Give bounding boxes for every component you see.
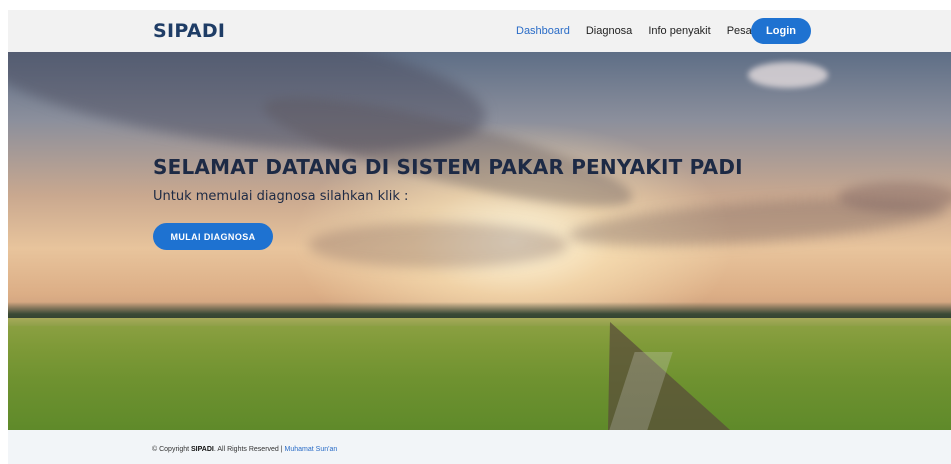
hero-cloud bbox=[308, 222, 568, 268]
hero-banner: SELAMAT DATANG DI SISTEM PAKAR PENYAKIT … bbox=[8, 52, 951, 430]
page-footer: © Copyright SIPADI. All Rights Reserved … bbox=[8, 430, 951, 464]
footer-copyright: © Copyright SIPADI. All Rights Reserved … bbox=[152, 446, 337, 453]
hero-rice-field bbox=[8, 318, 951, 430]
hero-cloud bbox=[838, 182, 951, 212]
footer-brand: SIPADI bbox=[191, 446, 214, 453]
hero-title: SELAMAT DATANG DI SISTEM PAKAR PENYAKIT … bbox=[153, 155, 743, 179]
hero-field-horizon bbox=[8, 318, 951, 326]
brand-logo[interactable]: SIPADI bbox=[153, 20, 225, 42]
hero-cloud bbox=[748, 62, 828, 88]
nav-link-dashboard[interactable]: Dashboard bbox=[516, 25, 570, 37]
hero-subtitle: Untuk memulai diagnosa silahkan klik : bbox=[153, 189, 409, 204]
nav-link-info-penyakit[interactable]: Info penyakit bbox=[648, 25, 710, 37]
nav-links: Dashboard Diagnosa Info penyakit Pesan bbox=[516, 10, 774, 52]
login-button[interactable]: Login bbox=[751, 18, 811, 44]
start-diagnosis-button[interactable]: MULAI DIAGNOSA bbox=[153, 223, 273, 250]
nav-link-diagnosa[interactable]: Diagnosa bbox=[586, 25, 632, 37]
footer-author-link[interactable]: Muhamat Sun'an bbox=[285, 446, 338, 453]
top-navbar: SIPADI Dashboard Diagnosa Info penyakit … bbox=[8, 10, 951, 52]
footer-copyright-prefix: © Copyright bbox=[152, 446, 192, 453]
footer-rights: . All Rights Reserved | bbox=[213, 446, 283, 453]
